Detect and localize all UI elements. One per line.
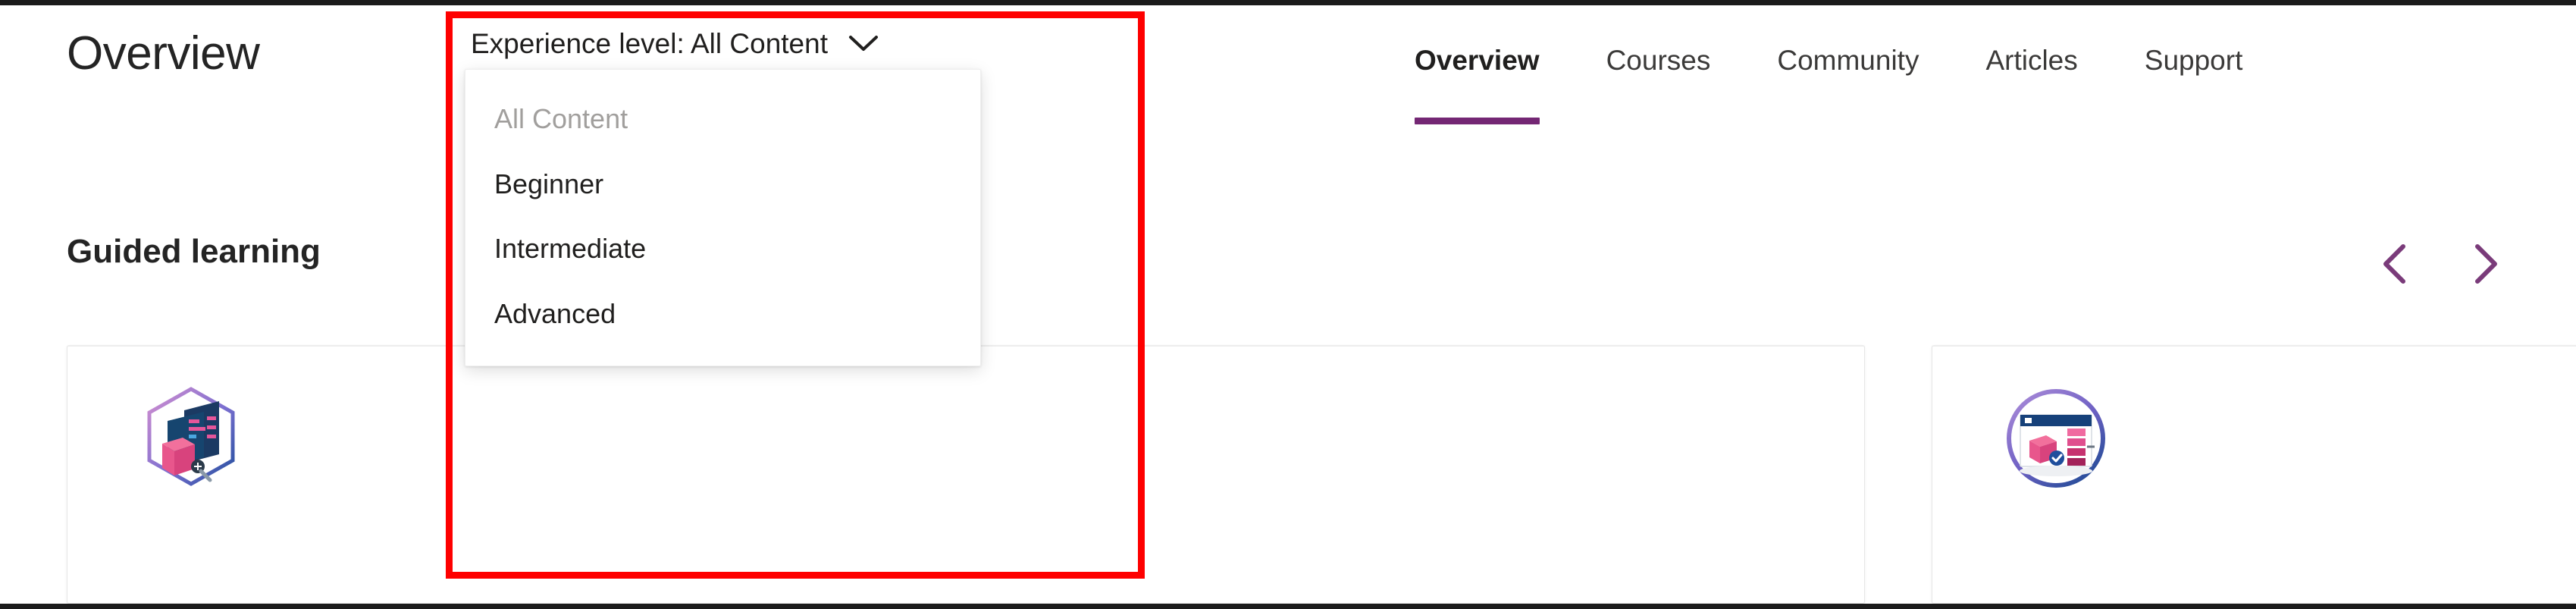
guided-learning-card-row bbox=[67, 345, 2576, 604]
carousel-next-button[interactable] bbox=[2462, 240, 2509, 287]
dropdown-option-beginner[interactable]: Beginner bbox=[465, 152, 980, 217]
experience-level-filter: Experience level: All Content All Conten… bbox=[465, 24, 981, 367]
chevron-left-icon bbox=[2374, 240, 2415, 287]
screenshot-frame-top bbox=[0, 0, 2576, 5]
learning-card-1[interactable] bbox=[67, 345, 1865, 604]
tab-articles[interactable]: Articles bbox=[1952, 45, 2111, 77]
tab-articles-label: Articles bbox=[1985, 45, 2078, 76]
learning-card-2[interactable] bbox=[1932, 345, 2576, 604]
dropdown-option-all-content[interactable]: All Content bbox=[465, 86, 980, 152]
experience-level-filter-label: Experience level: All Content bbox=[471, 28, 828, 59]
tab-support[interactable]: Support bbox=[2111, 45, 2277, 77]
dropdown-option-advanced[interactable]: Advanced bbox=[465, 281, 980, 347]
top-navigation: Overview Courses Community Articles Supp… bbox=[1415, 45, 2277, 124]
chevron-down-icon bbox=[848, 28, 879, 60]
circle-badge-pink-cube-checkmark-icon bbox=[1999, 381, 2113, 495]
tab-support-label: Support bbox=[2144, 45, 2243, 76]
section-heading-guided-learning: Guided learning bbox=[67, 233, 321, 270]
dropdown-option-beginner-label: Beginner bbox=[494, 168, 604, 199]
hexagon-badge-pink-cube-icon bbox=[134, 381, 248, 495]
page-root: Overview Overview Courses Community Arti… bbox=[0, 5, 2576, 604]
dropdown-option-all-content-label: All Content bbox=[494, 103, 628, 134]
tab-courses[interactable]: Courses bbox=[1573, 45, 1744, 77]
dropdown-option-intermediate-label: Intermediate bbox=[494, 233, 647, 265]
experience-level-filter-button[interactable]: Experience level: All Content bbox=[465, 24, 888, 64]
carousel-navigation bbox=[2371, 240, 2509, 287]
tab-overview[interactable]: Overview bbox=[1415, 45, 1573, 124]
tab-overview-label: Overview bbox=[1415, 45, 1540, 76]
dropdown-option-advanced-label: Advanced bbox=[494, 297, 616, 329]
tab-community[interactable]: Community bbox=[1744, 45, 1952, 77]
chevron-right-icon bbox=[2465, 240, 2506, 287]
screenshot-frame-bottom bbox=[0, 604, 2576, 609]
experience-level-dropdown-menu: All Content Beginner Intermediate Advanc… bbox=[465, 69, 981, 367]
page-title: Overview bbox=[67, 27, 260, 80]
tab-community-label: Community bbox=[1777, 45, 1919, 76]
tab-courses-label: Courses bbox=[1606, 45, 1711, 76]
carousel-prev-button[interactable] bbox=[2371, 240, 2418, 287]
dropdown-option-intermediate[interactable]: Intermediate bbox=[465, 216, 980, 281]
tab-active-underline bbox=[1415, 117, 1540, 124]
